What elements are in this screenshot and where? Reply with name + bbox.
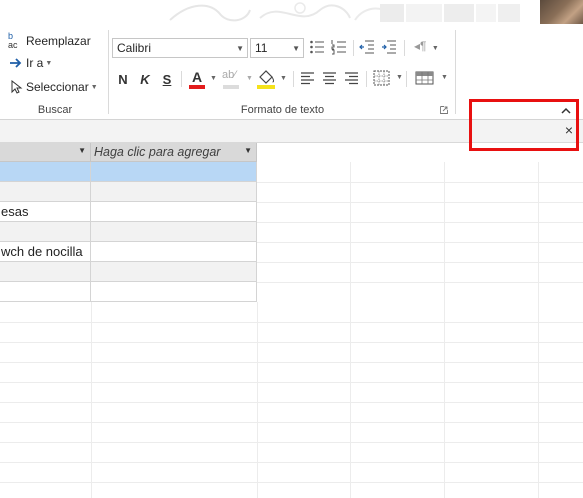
add-field-column-header[interactable]: Haga clic para agregar ▼: [91, 143, 257, 162]
table-row[interactable]: wch de nocilla: [0, 242, 257, 262]
bold-button[interactable]: N: [114, 68, 132, 90]
table-cell[interactable]: [91, 262, 256, 281]
chevron-down-icon: ▼: [90, 83, 98, 91]
title-decoration: [169, 2, 396, 22]
font-color-icon: A: [192, 69, 203, 85]
gridlines-button[interactable]: ▼: [373, 69, 403, 89]
table-row[interactable]: [0, 282, 257, 302]
chevron-down-icon: ▼: [441, 74, 448, 81]
group-divider: [108, 30, 109, 114]
font-color-button[interactable]: A ▼: [188, 69, 218, 91]
table-cell[interactable]: esas: [0, 202, 91, 221]
table-icon: [415, 71, 434, 85]
goto-button[interactable]: Ir a ▼: [8, 53, 52, 73]
blurred-title-area: [380, 4, 540, 22]
column-filter-dropdown-icon[interactable]: ▼: [244, 146, 252, 155]
chevron-down-icon: ▼: [45, 59, 53, 67]
table-row[interactable]: [0, 222, 257, 242]
gridlines-icon: [373, 70, 390, 86]
table-cell[interactable]: [0, 222, 91, 241]
user-avatar[interactable]: [540, 0, 583, 24]
table-cell[interactable]: [91, 242, 256, 261]
replace-button[interactable]: b ac Reemplazar: [8, 31, 91, 51]
table-cell[interactable]: [0, 182, 91, 201]
align-center-icon[interactable]: [322, 71, 337, 85]
underline-button[interactable]: S: [158, 68, 176, 90]
table-cell[interactable]: [0, 162, 91, 181]
table-cell[interactable]: [0, 282, 91, 301]
chevron-down-icon: ▼: [292, 44, 300, 53]
decrease-indent-icon[interactable]: [359, 39, 375, 55]
font-color-swatch: [189, 85, 205, 89]
fill-color-button[interactable]: ▼: [256, 69, 288, 91]
italic-button[interactable]: K: [136, 68, 154, 90]
table-cell[interactable]: [91, 282, 256, 301]
chevron-down-icon: ▼: [210, 75, 217, 82]
increase-indent-icon[interactable]: [381, 39, 397, 55]
replace-icon: b ac: [8, 31, 18, 50]
chevron-down-icon: ▼: [396, 74, 403, 81]
fill-color-swatch: [257, 85, 275, 89]
paragraph-direction-button[interactable]: ◂¶ ▼: [414, 39, 439, 53]
font-size-select[interactable]: 11 ▼: [250, 38, 304, 58]
bullet-list-icon[interactable]: [309, 39, 325, 55]
group-label-buscar: Buscar: [37, 104, 73, 116]
goto-arrow-icon: [10, 58, 22, 68]
highlight-color-button[interactable]: ab⁄ ▼: [222, 69, 253, 91]
numbered-list-icon[interactable]: [331, 39, 347, 55]
cursor-icon: [11, 80, 23, 94]
select-button[interactable]: Seleccionar ▼: [8, 77, 98, 97]
annotation-highlight-box: [469, 99, 579, 151]
table-cell[interactable]: [91, 202, 256, 221]
table-row[interactable]: esas: [0, 202, 257, 222]
align-right-icon[interactable]: [344, 71, 359, 85]
chevron-down-icon: ▼: [431, 45, 439, 52]
table-row[interactable]: [0, 162, 257, 182]
group-label-formato-texto: Formato de texto: [240, 104, 325, 116]
chevron-down-icon: ▼: [236, 44, 244, 53]
align-left-icon[interactable]: [300, 71, 315, 85]
highlight-icon: ab⁄: [222, 69, 237, 81]
column-header[interactable]: ▼: [0, 143, 91, 162]
table-row[interactable]: [0, 182, 257, 202]
table-cell[interactable]: [91, 182, 256, 201]
table-cell[interactable]: [0, 262, 91, 281]
table-cell[interactable]: [91, 162, 256, 181]
paint-bucket-icon: [259, 70, 275, 84]
table-cell[interactable]: wch de nocilla: [0, 242, 91, 261]
group-divider: [455, 30, 456, 114]
chevron-down-icon: ▼: [246, 75, 253, 82]
alternate-row-color-button[interactable]: ▼: [415, 69, 448, 89]
chevron-down-icon: ▼: [280, 75, 287, 82]
font-name-select[interactable]: Calibri ▼: [112, 38, 248, 58]
column-filter-dropdown-icon[interactable]: ▼: [78, 146, 86, 155]
table-row[interactable]: [0, 262, 257, 282]
paragraph-icon: ◂¶: [414, 39, 427, 53]
dialog-launcher-icon[interactable]: [440, 106, 448, 114]
table-cell[interactable]: [91, 222, 256, 241]
